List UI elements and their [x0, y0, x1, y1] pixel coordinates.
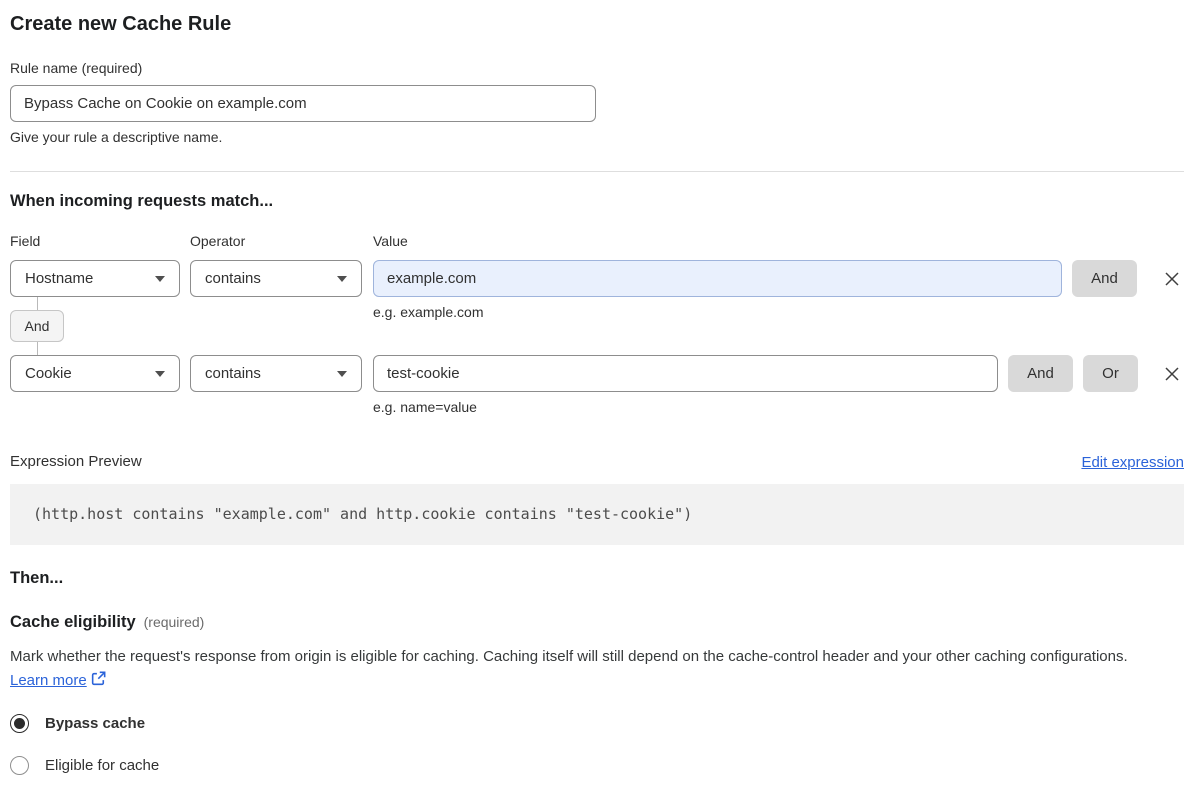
connector-line	[36, 342, 38, 355]
cache-eligibility-heading: Cache eligibility	[10, 613, 136, 631]
operator-column-label: Operator	[190, 233, 246, 249]
chevron-down-icon	[155, 370, 165, 377]
create-cache-rule-form: Create new Cache Rule Rule name (require…	[0, 0, 1200, 775]
rule-name-label: Rule name (required)	[10, 60, 143, 76]
condition-column-labels: Field Operator Value	[10, 233, 1184, 249]
required-note: (required)	[143, 614, 205, 630]
row-connector-area: And e.g. example.com	[9, 297, 1184, 355]
add-and-condition-button-1[interactable]: And	[1072, 260, 1137, 297]
field-select-2-value: Cookie	[25, 365, 72, 382]
radio-bypass-cache[interactable]	[10, 714, 29, 733]
add-or-condition-button-2[interactable]: Or	[1083, 355, 1138, 392]
value-input-1[interactable]	[373, 260, 1062, 297]
chevron-down-icon	[337, 275, 347, 282]
connector-and-badge[interactable]: And	[9, 310, 65, 342]
rule-name-input[interactable]	[10, 85, 596, 122]
operator-select-2-value: contains	[205, 365, 261, 382]
expression-preview-header: Expression Preview Edit expression	[10, 453, 1184, 471]
description-text: Mark whether the request's response from…	[10, 648, 1128, 665]
expression-preview-code: (http.host contains "example.com" and ht…	[10, 484, 1184, 545]
field-select-1-value: Hostname	[25, 270, 94, 287]
condition-row-2: Cookie contains And Or	[10, 355, 1184, 392]
add-and-condition-button-2[interactable]: And	[1008, 355, 1073, 392]
chevron-down-icon	[155, 275, 165, 282]
field-select-1[interactable]: Hostname	[10, 260, 180, 297]
radio-bypass-cache-label: Bypass cache	[45, 715, 146, 732]
option-bypass-cache: Bypass cache	[10, 714, 1184, 733]
section-divider	[10, 171, 1184, 172]
option-eligible-for-cache: Eligible for cache	[10, 756, 1184, 775]
cache-eligibility-header: Cache eligibility (required)	[10, 613, 1184, 632]
rule-name-helper: Give your rule a descriptive name.	[10, 129, 223, 145]
close-icon	[1165, 366, 1179, 381]
value-column-label: Value	[373, 233, 408, 249]
edit-expression-link[interactable]: Edit expression	[1081, 454, 1184, 471]
cache-eligibility-description: Mark whether the request's response from…	[10, 645, 1170, 693]
chevron-down-icon	[337, 370, 347, 377]
value-helper-1: e.g. example.com	[373, 304, 484, 320]
expression-preview-label: Expression Preview	[10, 453, 142, 470]
value-input-2[interactable]	[373, 355, 998, 392]
then-heading: Then...	[10, 569, 64, 587]
close-icon	[1165, 271, 1179, 286]
value-helper-2: e.g. name=value	[373, 399, 477, 415]
and-connector: And	[9, 297, 65, 355]
field-column-label: Field	[10, 233, 41, 249]
operator-select-1[interactable]: contains	[190, 260, 362, 297]
condition-row-1: Hostname contains And	[10, 260, 1184, 297]
external-link-icon	[91, 671, 106, 686]
connector-line	[36, 297, 38, 310]
operator-select-2[interactable]: contains	[190, 355, 362, 392]
radio-eligible-for-cache-label: Eligible for cache	[45, 757, 160, 774]
learn-more-link[interactable]: Learn more	[10, 672, 87, 689]
match-heading: When incoming requests match...	[10, 192, 274, 210]
radio-eligible-for-cache[interactable]	[10, 756, 29, 775]
operator-select-1-value: contains	[205, 270, 261, 287]
field-select-2[interactable]: Cookie	[10, 355, 180, 392]
page-title: Create new Cache Rule	[10, 13, 232, 35]
remove-condition-button-2[interactable]	[1160, 362, 1184, 386]
remove-condition-button-1[interactable]	[1160, 267, 1184, 291]
